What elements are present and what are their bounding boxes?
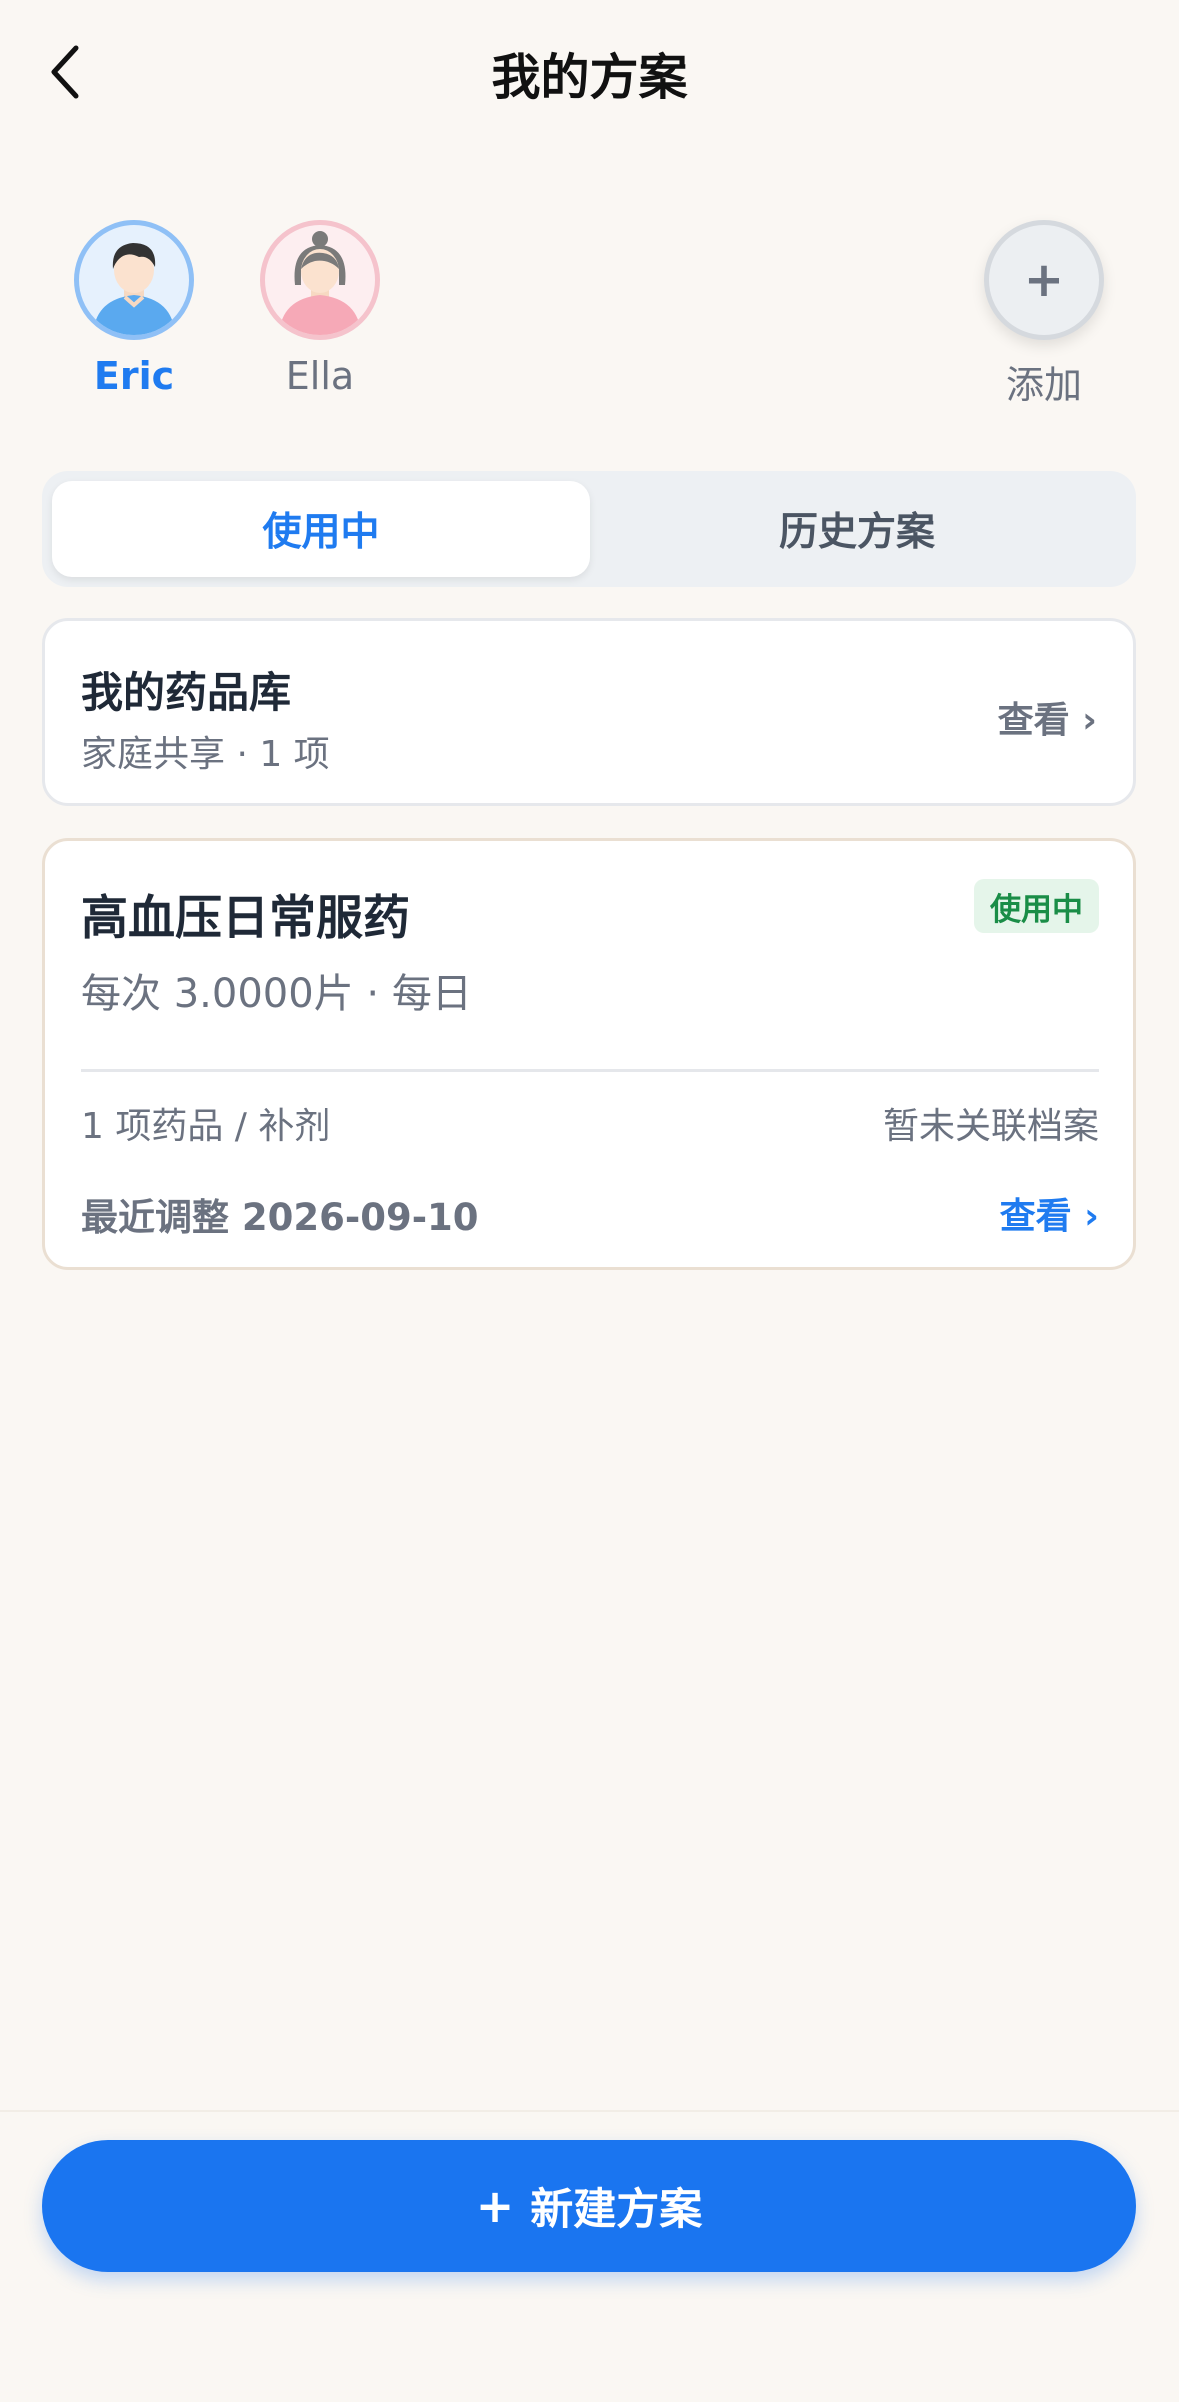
view-plan-link[interactable]: 查看 › bbox=[1000, 1187, 1099, 1239]
plan-dose: 每次 3.0000片 · 每日 bbox=[81, 971, 472, 1017]
divider bbox=[81, 1069, 1099, 1072]
medicine-library-card[interactable]: 我的药品库 家庭共享 · 1 项 查看 › bbox=[42, 618, 1136, 806]
profile-name: Ella bbox=[285, 354, 355, 398]
plan-title: 高血压日常服药 bbox=[81, 891, 410, 946]
status-badge: 使用中 bbox=[974, 879, 1099, 933]
avatar bbox=[260, 220, 380, 340]
medicine-library-subtitle: 家庭共享 · 1 项 bbox=[81, 734, 330, 775]
female-avatar-icon bbox=[279, 231, 361, 335]
plan-last-adjusted: 最近调整 2026-09-10 bbox=[81, 1196, 479, 1239]
plus-icon: + bbox=[984, 220, 1104, 340]
profile-ella[interactable]: Ella bbox=[230, 220, 410, 398]
profile-eric[interactable]: Eric bbox=[44, 220, 224, 398]
male-avatar-icon bbox=[93, 243, 175, 335]
profile-switcher: Eric Ella + 添加 bbox=[0, 200, 1179, 420]
plus-icon: + bbox=[475, 2179, 515, 2233]
avatar bbox=[74, 220, 194, 340]
new-plan-button[interactable]: + 新建方案 bbox=[42, 2140, 1136, 2272]
new-plan-label: 新建方案 bbox=[530, 2185, 703, 2235]
view-library-link[interactable]: 查看 › bbox=[998, 691, 1097, 743]
plan-card[interactable]: 高血压日常服药 使用中 每次 3.0000片 · 每日 1 项药品 / 补剂 暂… bbox=[42, 838, 1136, 1270]
tab-in-use[interactable]: 使用中 bbox=[52, 481, 590, 577]
add-profile-button[interactable]: + 添加 bbox=[954, 220, 1134, 409]
plan-profile-link-status: 暂未关联档案 bbox=[882, 1106, 1099, 1147]
top-nav: 我的方案 bbox=[0, 0, 1179, 150]
profile-name: Eric bbox=[93, 354, 175, 398]
bottom-bar: + 新建方案 bbox=[0, 2110, 1179, 2402]
add-profile-label: 添加 bbox=[1005, 363, 1082, 407]
medicine-library-title: 我的药品库 bbox=[81, 668, 292, 717]
plan-item-count: 1 项药品 / 补剂 bbox=[81, 1106, 331, 1147]
plan-tabs: 使用中 历史方案 bbox=[42, 471, 1136, 587]
tab-history[interactable]: 历史方案 bbox=[588, 481, 1126, 577]
page-title: 我的方案 bbox=[491, 49, 688, 106]
